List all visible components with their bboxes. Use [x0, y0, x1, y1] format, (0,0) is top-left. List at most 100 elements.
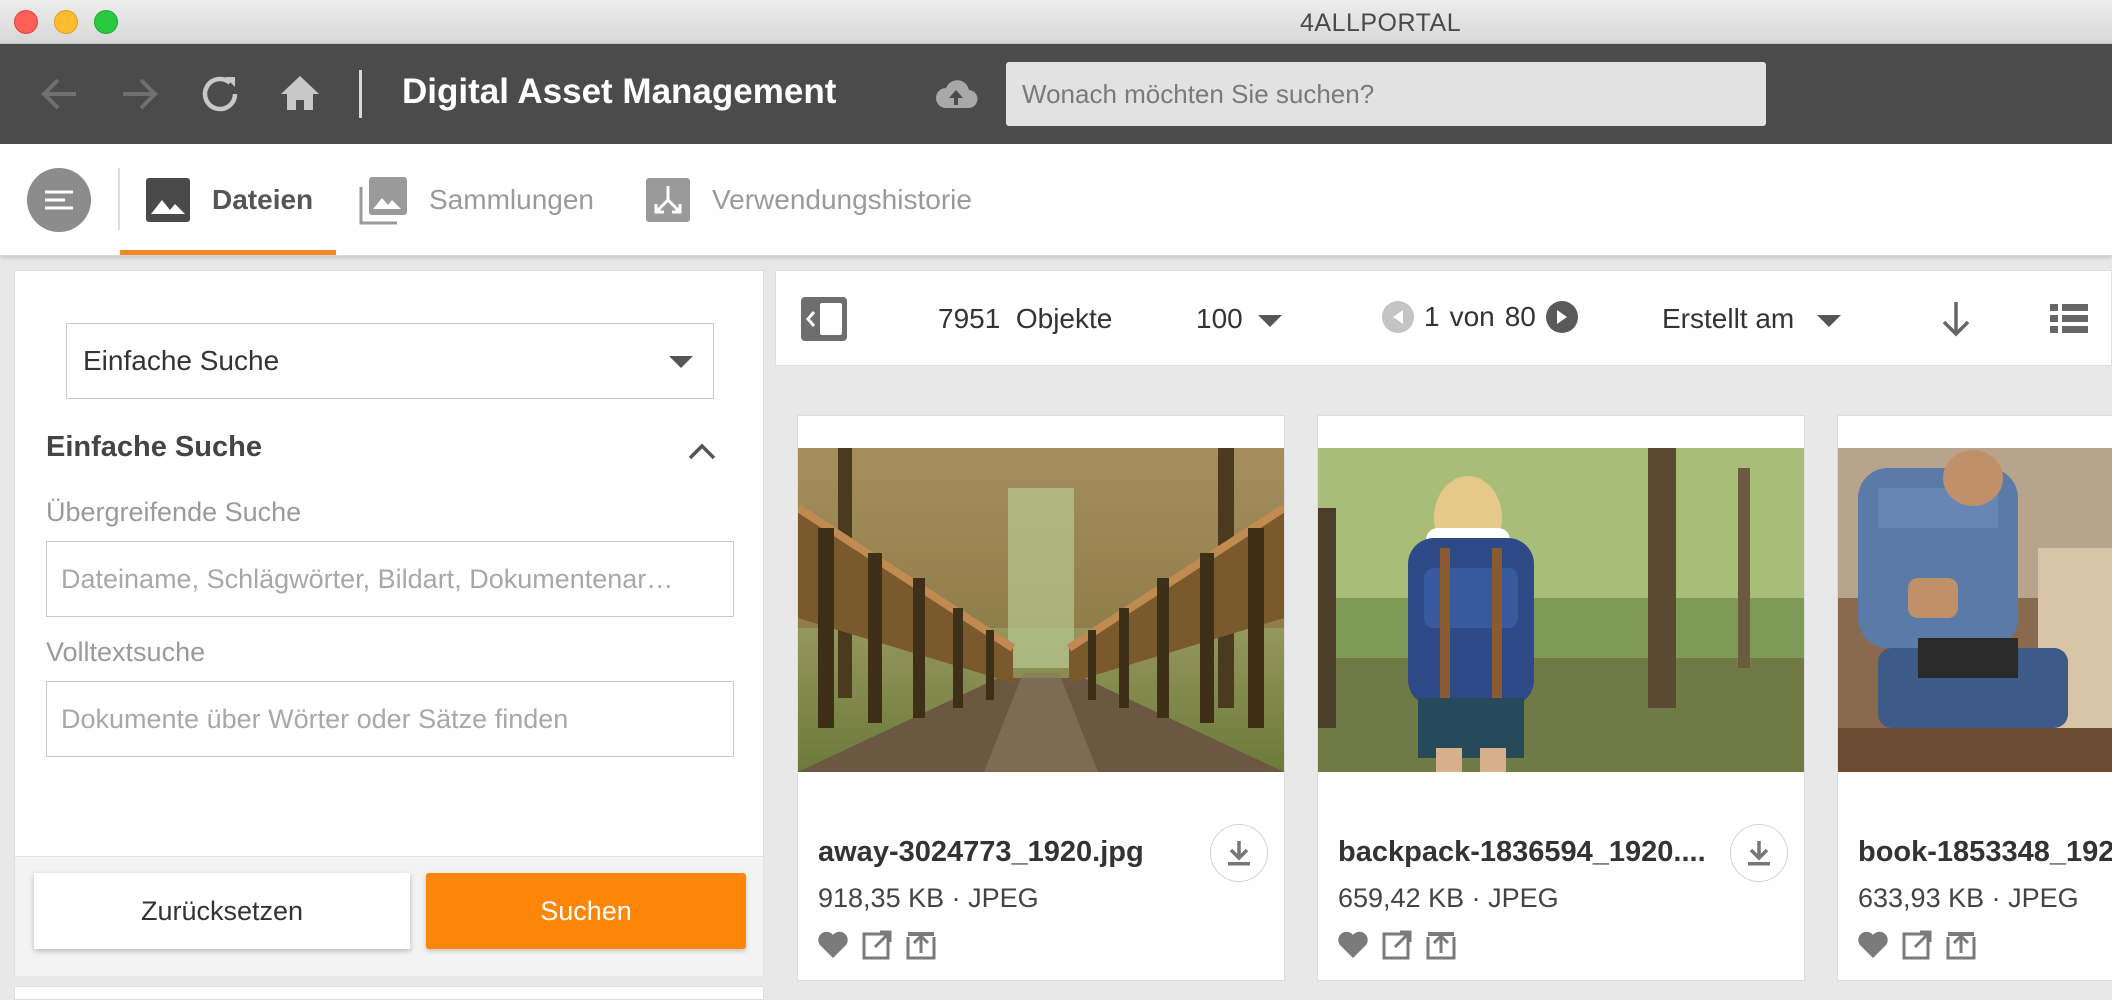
global-search-label: Übergreifende Suche [46, 497, 302, 527]
caret-down-icon [669, 356, 693, 368]
fulltext-search-label: Volltextsuche [46, 637, 206, 667]
close-window-button[interactable] [14, 10, 38, 34]
favorite-button[interactable] [816, 928, 850, 962]
asset-thumbnail[interactable] [1318, 448, 1804, 772]
asset-card[interactable]: book-1853348_1920.jpg 633,93 KB · JPEG [1837, 415, 2112, 981]
upload-button[interactable] [932, 70, 980, 118]
window-titlebar: 4ALLPORTAL [0, 0, 2112, 44]
results-header: 7951 Objekte 100 1 von 80 Erstellt am [775, 270, 2112, 366]
tab-label: Sammlungen [429, 184, 594, 215]
chevron-up-icon[interactable] [687, 441, 717, 461]
asset-filename: book-1853348_1920.jpg [1858, 836, 2112, 868]
search-button[interactable]: Suchen [426, 873, 746, 949]
heart-icon [818, 931, 848, 958]
collapse-panel-button[interactable] [800, 296, 848, 342]
menu-icon [45, 190, 73, 210]
section-title: Einfache Suche [46, 431, 262, 463]
asset-meta: 633,93 KB · JPEG [1858, 883, 2079, 914]
asset-size: 659,42 KB [1338, 883, 1465, 913]
asset-actions [1336, 928, 1458, 962]
asset-type: JPEG [2008, 883, 2079, 913]
external-link-icon [1902, 930, 1932, 960]
tab-verwendungshistorie[interactable]: Verwendungshistorie [644, 144, 972, 256]
open-button[interactable] [1900, 928, 1934, 962]
reset-button[interactable]: Zurücksetzen [34, 873, 410, 949]
home-button[interactable] [276, 70, 324, 118]
asset-thumbnail[interactable] [1838, 448, 2112, 772]
global-search-field[interactable] [46, 541, 734, 617]
asset-filename: backpack-1836594_1920.... [1338, 836, 1706, 868]
sort-direction-icon[interactable] [1938, 299, 1974, 339]
search-panel: Einfache Suche Einfache Suche Übergreife… [14, 270, 764, 976]
share-button[interactable] [1424, 928, 1458, 962]
asset-card[interactable]: backpack-1836594_1920.... 659,42 KB · JP… [1317, 415, 1805, 981]
collections-icon [359, 177, 407, 225]
asset-meta: 918,35 KB · JPEG [818, 883, 1039, 914]
share-button[interactable] [1944, 928, 1978, 962]
forward-button[interactable] [115, 70, 163, 118]
search-mode-value: Einfache Suche [83, 345, 280, 376]
open-button[interactable] [860, 928, 894, 962]
fulltext-search-field[interactable] [46, 681, 734, 757]
next-page-button[interactable] [1545, 301, 1578, 333]
arrow-right-icon [123, 78, 158, 110]
main-menu-button[interactable] [27, 168, 91, 232]
app-title: Digital Asset Management [402, 72, 837, 111]
caret-down-icon[interactable] [1258, 315, 1282, 327]
list-view-icon[interactable] [2049, 301, 2089, 337]
asset-thumbnail[interactable] [798, 448, 1284, 772]
result-count-unit: Objekte [1015, 303, 1113, 334]
caret-down-icon[interactable] [1817, 315, 1841, 327]
asset-type: JPEG [968, 883, 1039, 913]
share-icon [1426, 932, 1456, 960]
arrow-left-icon [41, 78, 76, 110]
reload-button[interactable] [196, 70, 244, 118]
usage-history-icon [646, 178, 690, 222]
window-title: 4ALLPORTAL [1300, 9, 1462, 37]
open-button[interactable] [1380, 928, 1414, 962]
previous-page-button[interactable] [1382, 301, 1414, 333]
asset-actions [1856, 928, 1978, 962]
heart-icon [1858, 931, 1888, 958]
tabbar-divider [118, 168, 120, 230]
main-tabbar: Dateien Sammlungen Verwendungshistorie [0, 144, 2112, 256]
download-icon [1748, 841, 1770, 866]
favorite-button[interactable] [1336, 928, 1370, 962]
tab-label: Dateien [212, 184, 314, 215]
minimize-window-button[interactable] [54, 10, 78, 34]
toolbar-divider [359, 70, 362, 118]
download-button[interactable] [1730, 824, 1788, 882]
search-mode-select[interactable]: Einfache Suche [66, 323, 714, 399]
asset-actions [816, 928, 938, 962]
image-icon [146, 178, 190, 222]
back-button[interactable] [36, 70, 84, 118]
result-count-value: 7951 [938, 303, 1001, 334]
page-current: 1 [1424, 301, 1440, 332]
asset-card[interactable]: away-3024773_1920.jpg 918,35 KB · JPEG [797, 415, 1285, 981]
active-tab-indicator [120, 250, 336, 255]
pagination: 1 von 80 [1382, 301, 1578, 333]
tab-label: Verwendungshistorie [712, 184, 972, 215]
triangle-left-icon [1393, 310, 1403, 324]
favorite-button[interactable] [1856, 928, 1890, 962]
page-of: von [1449, 301, 1495, 332]
share-button[interactable] [904, 928, 938, 962]
share-icon [1946, 932, 1976, 960]
download-icon [1228, 841, 1250, 866]
panel-bottom-edge [14, 986, 764, 1000]
meta-separator: · [951, 883, 961, 913]
asset-type: JPEG [1488, 883, 1559, 913]
tab-sammlungen[interactable]: Sammlungen [359, 144, 594, 256]
maximize-window-button[interactable] [94, 10, 118, 34]
search-panel-footer: Zurücksetzen Suchen [15, 856, 763, 976]
per-page-select[interactable]: 100 [1196, 303, 1243, 335]
heart-icon [1338, 931, 1368, 958]
asset-meta: 659,42 KB · JPEG [1338, 883, 1559, 914]
tab-dateien[interactable]: Dateien [144, 144, 313, 256]
external-link-icon [1382, 930, 1412, 960]
asset-size: 633,93 KB [1858, 883, 1985, 913]
global-search-input[interactable] [1006, 62, 1766, 126]
download-button[interactable] [1210, 824, 1268, 882]
asset-size: 918,35 KB [818, 883, 945, 913]
sort-field-select[interactable]: Erstellt am [1662, 303, 1794, 335]
